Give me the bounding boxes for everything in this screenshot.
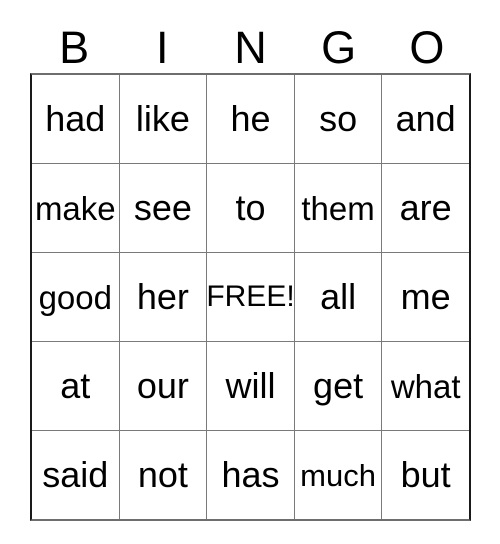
bingo-cell[interactable]: will [206, 342, 294, 430]
bingo-cell[interactable]: get [293, 342, 382, 430]
bingo-cell-label: much [300, 457, 376, 493]
bingo-cell-label: her [136, 276, 189, 317]
bingo-cell[interactable]: to [206, 164, 294, 252]
bingo-row: had like he so and [32, 75, 469, 163]
bingo-cell-label: make [34, 189, 116, 227]
bingo-cell[interactable]: her [118, 253, 207, 341]
bingo-cell[interactable]: he [206, 75, 294, 163]
bingo-cell-label: all [320, 276, 357, 317]
bingo-row: good her FREE! all me [32, 252, 469, 341]
bingo-cell[interactable]: make [32, 164, 119, 252]
bingo-row: make see to them are [32, 163, 469, 252]
bingo-cell-label: has [221, 454, 280, 495]
bingo-cell-label: what [390, 367, 461, 405]
bingo-cell[interactable]: at [32, 342, 119, 430]
bingo-cell-label: like [135, 98, 190, 139]
bingo-cell[interactable]: so [293, 75, 382, 163]
bingo-row: said not has much but [32, 430, 469, 519]
bingo-free-label: FREE! [206, 280, 294, 313]
bingo-cell-label: to [235, 187, 266, 228]
bingo-cell[interactable]: has [206, 431, 294, 519]
bingo-cell-label: said [42, 454, 109, 495]
bingo-header-letter-n: N [234, 22, 267, 73]
bingo-cell[interactable]: all [293, 253, 382, 341]
bingo-cell[interactable]: and [381, 75, 469, 163]
bingo-cell-label: me [400, 276, 451, 317]
bingo-cell[interactable]: not [118, 431, 207, 519]
bingo-cell-label: at [60, 365, 91, 406]
bingo-cell[interactable]: what [381, 342, 469, 430]
bingo-cell-label: will [225, 365, 276, 406]
bingo-card: B I N G O had like he so and make see to… [30, 22, 471, 521]
bingo-cell-label: he [230, 98, 271, 139]
bingo-header-letter-o: O [409, 22, 445, 73]
bingo-cell[interactable]: our [118, 342, 207, 430]
bingo-cell[interactable]: me [381, 253, 469, 341]
bingo-header-letter-g: G [321, 22, 357, 73]
bingo-cell[interactable]: but [381, 431, 469, 519]
bingo-row: at our will get what [32, 341, 469, 430]
bingo-cell[interactable]: much [293, 431, 382, 519]
bingo-cell-label: are [399, 187, 452, 228]
bingo-cell-label: so [319, 98, 358, 139]
bingo-cell-label: them [301, 189, 375, 227]
bingo-cell-label: had [45, 98, 106, 139]
bingo-header-letter-b: B [59, 22, 90, 73]
bingo-cell[interactable]: good [32, 253, 119, 341]
bingo-cell-label: not [137, 454, 188, 495]
bingo-cell-label: see [133, 187, 192, 228]
bingo-cell[interactable]: said [32, 431, 119, 519]
bingo-cell-label: get [313, 365, 364, 406]
bingo-cell-label: and [395, 98, 456, 139]
bingo-cell[interactable]: them [293, 164, 382, 252]
bingo-cell[interactable]: are [381, 164, 469, 252]
bingo-header-letter-i: I [156, 22, 169, 73]
bingo-cell-free[interactable]: FREE! [206, 253, 294, 341]
bingo-grid: had like he so and make see to them are … [30, 73, 471, 521]
bingo-cell[interactable]: had [32, 75, 119, 163]
bingo-header-row: B I N G O [30, 22, 471, 73]
bingo-cell[interactable]: see [118, 164, 207, 252]
bingo-cell-label: good [38, 278, 112, 316]
bingo-cell-label: our [136, 365, 189, 406]
bingo-cell[interactable]: like [118, 75, 207, 163]
bingo-cell-label: but [400, 454, 451, 495]
